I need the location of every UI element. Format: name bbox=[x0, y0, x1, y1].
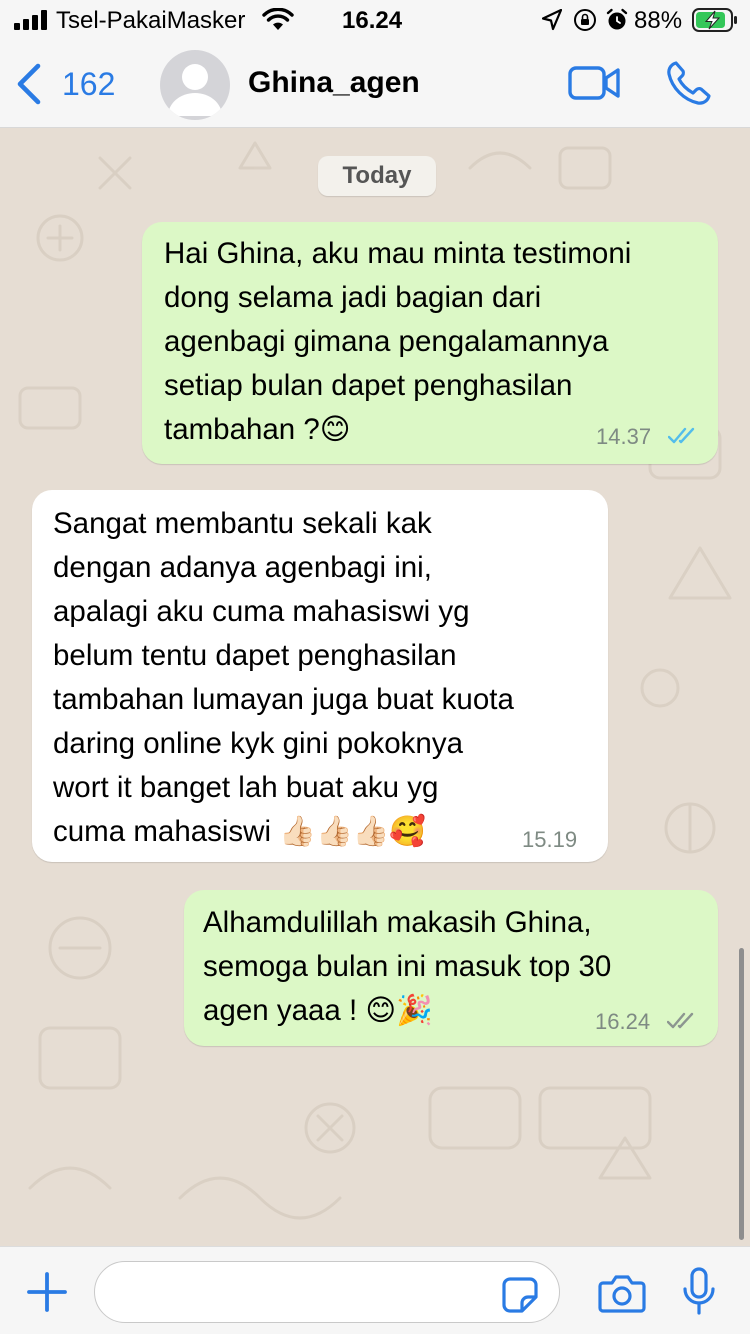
unread-count: 162 bbox=[62, 65, 116, 102]
message-time: 14.37 bbox=[596, 424, 652, 449]
message-time: 16.24 bbox=[595, 1009, 651, 1034]
battery-charging-icon bbox=[692, 8, 737, 32]
date-separator: Today bbox=[318, 156, 436, 196]
status-bar: Tsel-PakaiMasker 16.24 88% bbox=[0, 0, 750, 40]
contact-name[interactable]: Ghina_agen bbox=[248, 66, 420, 100]
avatar-placeholder-icon bbox=[168, 64, 222, 116]
wifi-icon bbox=[262, 8, 294, 30]
incoming-message[interactable]: Sangat membantu sekali kak dengan adanya… bbox=[32, 490, 608, 862]
clock-time: 16.24 bbox=[342, 7, 403, 34]
message-time: 15.19 bbox=[522, 827, 578, 852]
camera-icon[interactable] bbox=[598, 1273, 646, 1313]
chevron-left-icon bbox=[17, 63, 41, 105]
message-text: Sangat membantu sekali kak dengan adanya… bbox=[53, 507, 514, 848]
chat-scrollbar[interactable] bbox=[739, 948, 744, 1240]
avatar[interactable] bbox=[160, 50, 230, 120]
battery-percentage: 88% bbox=[634, 7, 683, 34]
chat-area[interactable]: Today Hai Ghina, aku mau minta testimoni… bbox=[0, 128, 750, 1246]
message-text: Hai Ghina, aku mau minta testimoni dong … bbox=[164, 237, 632, 446]
delivered-receipt-icon bbox=[667, 1012, 694, 1029]
alarm-icon bbox=[606, 8, 628, 30]
location-icon bbox=[542, 9, 562, 31]
message-input[interactable] bbox=[94, 1261, 560, 1323]
carrier-name: Tsel-PakaiMasker bbox=[56, 7, 246, 34]
sticker-icon[interactable] bbox=[500, 1275, 540, 1315]
message-text: Alhamdulillah makasih Ghina, semoga bula… bbox=[203, 906, 612, 1027]
video-call-icon[interactable] bbox=[568, 65, 620, 101]
signal-icon bbox=[14, 10, 47, 30]
outgoing-message[interactable]: Alhamdulillah makasih Ghina, semoga bula… bbox=[184, 890, 718, 1046]
message-input-bar bbox=[0, 1246, 750, 1334]
back-button[interactable]: 162 bbox=[14, 62, 115, 106]
microphone-icon[interactable] bbox=[682, 1267, 716, 1317]
read-receipt-icon bbox=[668, 427, 695, 444]
plus-icon[interactable] bbox=[26, 1271, 68, 1313]
chat-header: 162 Ghina_agen bbox=[0, 40, 750, 128]
orientation-lock-icon bbox=[574, 9, 596, 31]
outgoing-message[interactable]: Hai Ghina, aku mau minta testimoni dong … bbox=[142, 222, 718, 464]
phone-icon[interactable] bbox=[666, 60, 712, 106]
